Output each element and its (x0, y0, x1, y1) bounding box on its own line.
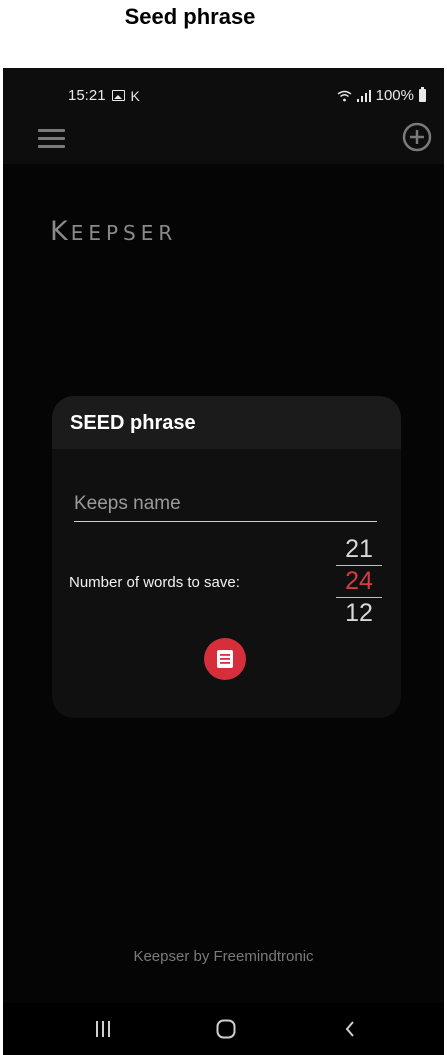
words-count-label: Number of words to save: (69, 574, 240, 591)
image-icon (111, 90, 125, 101)
status-bar: 15:21 K 100% (3, 68, 444, 120)
notification-letter: K (130, 87, 140, 104)
keeps-name-input[interactable] (74, 489, 377, 522)
footer-credit: Keepser by Freemindtronic (133, 948, 314, 965)
back-chevron-icon (345, 1021, 354, 1037)
seed-phrase-card: SEED phrase Number of words to save: 21 … (52, 396, 401, 718)
card-title: SEED phrase (52, 396, 401, 449)
save-button[interactable] (204, 638, 246, 680)
recent-apps-icon (96, 1021, 110, 1037)
word-count-picker[interactable]: 21 24 12 (336, 534, 382, 629)
save-document-icon (217, 650, 233, 668)
home-button[interactable] (206, 1015, 246, 1043)
battery-percent: 100% (375, 87, 414, 104)
status-time: 15:21 (68, 87, 106, 104)
add-circle-icon[interactable] (402, 122, 432, 152)
recent-apps-button[interactable] (83, 1015, 123, 1043)
home-icon (216, 1019, 236, 1039)
system-nav-bar (3, 1003, 444, 1055)
page-heading: Seed phrase (124, 4, 256, 29)
hamburger-menu-icon[interactable] (38, 129, 65, 149)
signal-icon (356, 89, 371, 102)
word-count-option-selected[interactable]: 24 (336, 565, 382, 598)
status-right: 100% (337, 87, 426, 104)
word-count-option[interactable]: 21 (336, 534, 382, 565)
phone-screen: 15:21 K 100% KEEPSER SEED phrase Keeps n… (3, 68, 444, 1055)
battery-icon (419, 87, 426, 102)
back-button[interactable] (330, 1015, 370, 1043)
keepser-logo: KEEPSER (50, 216, 178, 247)
status-left: 15:21 K (68, 87, 140, 104)
word-count-option[interactable]: 12 (336, 598, 382, 629)
wifi-icon (337, 90, 352, 101)
app-bar (3, 120, 444, 164)
